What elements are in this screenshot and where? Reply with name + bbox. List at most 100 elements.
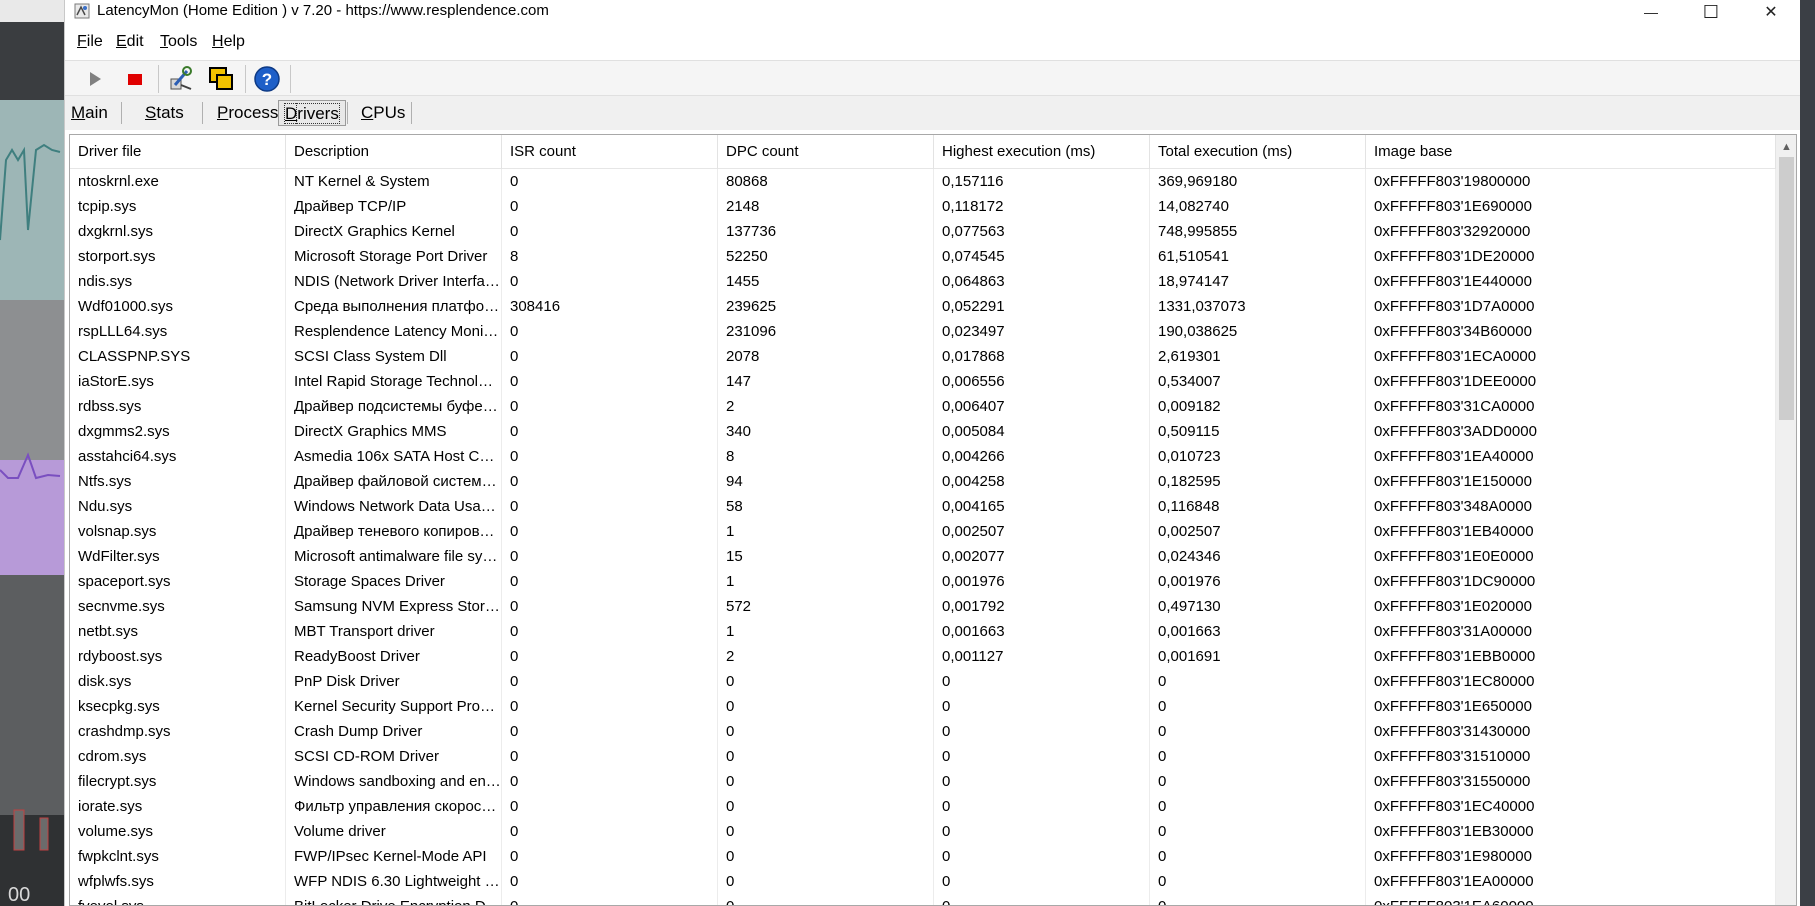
column-header-description[interactable]: Description	[286, 135, 502, 169]
table-row[interactable]: dxgkrnl.sys DirectX Graphics Kernel 0 13773…	[70, 219, 1776, 244]
table-row[interactable]: rdyboost.sys ReadyBoost Driver 0 2 0,001127 0…	[70, 644, 1776, 669]
tab-cpus[interactable]: CPUs	[355, 100, 411, 126]
minimize-icon: —	[1644, 4, 1658, 20]
title-bar[interactable]: LatencyMon (Home Edition ) v 7.20 - http…	[65, 0, 1801, 24]
table-row[interactable]: storport.sys Microsoft Storage Port Drive…	[70, 244, 1776, 269]
table-row[interactable]: Ndu.sys Windows Network Data Usag… 0 58 0,00…	[70, 494, 1776, 519]
cell-total-execution: 14,082740	[1150, 194, 1366, 219]
column-header-dpc-count[interactable]: DPC count	[718, 135, 934, 169]
cell-description: BitLocker Drive Encryption Dri…	[286, 894, 502, 905]
cell-highest-execution: 0	[934, 769, 1150, 794]
menu-bar: File Edit Tools Help	[65, 30, 1801, 56]
tab-separator	[202, 102, 203, 124]
cell-description: SCSI Class System Dll	[286, 344, 502, 369]
menu-edit[interactable]: Edit	[116, 33, 144, 51]
cell-highest-execution: 0,002507	[934, 519, 1150, 544]
menu-tools[interactable]: Tools	[160, 33, 197, 51]
table-row[interactable]: Ntfs.sys Драйвер файловой системы … 0 94 0,0…	[70, 469, 1776, 494]
menu-file[interactable]: File	[77, 33, 103, 51]
cell-highest-execution: 0,004165	[934, 494, 1150, 519]
vertical-scrollbar[interactable]: ▲	[1776, 135, 1796, 905]
column-header-image-base[interactable]: Image base	[1366, 135, 1776, 169]
table-row[interactable]: fwpkclnt.sys FWP/IPsec Kernel-Mode API 0 0 0…	[70, 844, 1776, 869]
table-row[interactable]: Wdf01000.sys Среда выполнения платфор… 308…	[70, 294, 1776, 319]
table-row[interactable]: fvevol.sysBitLocker Drive Encryption Dri…	[70, 894, 1776, 905]
menu-help[interactable]: Help	[212, 33, 245, 51]
cell-image-base: 0xFFFFF803'1EA00000	[1366, 869, 1776, 894]
cell-driver-file: fwpkclnt.sys	[70, 844, 286, 869]
table-row[interactable]: crashdmp.sys Crash Dump Driver 0 0 0 0 0xFFFFF…	[70, 719, 1776, 744]
windows-icon	[209, 67, 233, 90]
table-row[interactable]: asstahci64.sys Asmedia 106x SATA Host Co……	[70, 444, 1776, 469]
table-row[interactable]: iorate.sys Фильтр управления скорость… 0 0 0…	[70, 794, 1776, 819]
column-header-highest-execution[interactable]: Highest execution (ms)	[934, 135, 1150, 169]
latencymon-app-icon	[74, 3, 90, 19]
cell-description: Windows sandboxing and enc…	[286, 769, 502, 794]
table-row[interactable]: secnvme.sys Samsung NVM Express Stor… 0 572…	[70, 594, 1776, 619]
cell-image-base: 0xFFFFF803'1E980000	[1366, 844, 1776, 869]
table-row[interactable]: dxgmms2.sys DirectX Graphics MMS 0 340 0,005…	[70, 419, 1776, 444]
cell-image-base: 0xFFFFF803'1E650000	[1366, 694, 1776, 719]
table-row[interactable]: tcpip.sys Драйвер TCP/IP 0 2148 0,118172 14,0…	[70, 194, 1776, 219]
start-button[interactable]	[79, 63, 111, 95]
cell-highest-execution: 0,052291	[934, 294, 1150, 319]
table-row[interactable]: rspLLL64.sys Resplendence Latency Monit… 0…	[70, 319, 1776, 344]
windows-button[interactable]	[205, 63, 237, 95]
table-row[interactable]: WdFilter.sys Microsoft antimalware file s…	[70, 544, 1776, 569]
cell-dpc-count: 2148	[718, 194, 934, 219]
table-row[interactable]: spaceport.sys Storage Spaces Driver 0 1 0,00…	[70, 569, 1776, 594]
cell-isr-count: 0	[502, 744, 718, 769]
table-row[interactable]: ntoskrnl.exe NT Kernel & System 0 80868 0,15…	[70, 169, 1776, 194]
tab-main[interactable]: Main	[65, 100, 114, 126]
drivers-table: Driver file Description ISR count DPC co…	[69, 134, 1797, 906]
cell-dpc-count: 2	[718, 394, 934, 419]
tab-stats[interactable]: Stats	[139, 100, 190, 126]
cell-total-execution: 0,182595	[1150, 469, 1366, 494]
cell-highest-execution: 0	[934, 744, 1150, 769]
table-row[interactable]: filecrypt.sys Windows sandboxing and enc……	[70, 769, 1776, 794]
cell-total-execution: 0	[1150, 894, 1366, 905]
cell-total-execution: 0,534007	[1150, 369, 1366, 394]
table-row[interactable]: volume.sys Volume driver 0 0 0 0 0xFFFFF803'1E…	[70, 819, 1776, 844]
help-button[interactable]: ?	[251, 63, 283, 95]
menu-file-label: ile	[86, 33, 103, 50]
table-row[interactable]: iaStorE.sys Intel Rapid Storage Technolog…	[70, 369, 1776, 394]
cell-description: Kernel Security Support Provi…	[286, 694, 502, 719]
cell-highest-execution: 0,001792	[934, 594, 1150, 619]
options-button[interactable]	[165, 63, 197, 95]
scroll-up-arrow-icon[interactable]: ▲	[1781, 141, 1792, 153]
cell-description: Среда выполнения платфор…	[286, 294, 502, 319]
cell-driver-file: Wdf01000.sys	[70, 294, 286, 319]
cell-description: Windows Network Data Usag…	[286, 494, 502, 519]
cell-description: WFP NDIS 6.30 Lightweight F…	[286, 869, 502, 894]
maximize-button[interactable]: ☐	[1681, 0, 1741, 24]
cell-driver-file: disk.sys	[70, 669, 286, 694]
table-row[interactable]: wfplwfs.sys WFP NDIS 6.30 Lightweight F… 0…	[70, 869, 1776, 894]
tab-bar: Main Stats Processes Drivers CPUs	[65, 96, 1801, 130]
cell-isr-count: 0	[502, 644, 718, 669]
table-row[interactable]: netbt.sys MBT Transport driver 0 1 0,001663 0…	[70, 619, 1776, 644]
cell-dpc-count: 8	[718, 444, 934, 469]
table-row[interactable]: CLASSPNP.SYS SCSI Class System Dll 0 2078 0,…	[70, 344, 1776, 369]
cell-isr-count: 0	[502, 519, 718, 544]
minimize-button[interactable]: —	[1621, 0, 1681, 24]
stop-button[interactable]	[119, 63, 151, 95]
cell-driver-file: asstahci64.sys	[70, 444, 286, 469]
tab-drivers[interactable]: Drivers	[278, 100, 346, 126]
table-row[interactable]: cdrom.sys SCSI CD-ROM Driver 0 0 0 0 0xFFFFF80…	[70, 744, 1776, 769]
column-header-total-execution[interactable]: Total execution (ms)	[1150, 135, 1366, 169]
table-row[interactable]: ndis.sys NDIS (Network Driver Interface… 0…	[70, 269, 1776, 294]
column-header-isr-count[interactable]: ISR count	[502, 135, 718, 169]
cell-isr-count: 0	[502, 469, 718, 494]
table-row[interactable]: ksecpkg.sys Kernel Security Support Provi…	[70, 694, 1776, 719]
cell-image-base: 0xFFFFF803'31A00000	[1366, 619, 1776, 644]
stop-icon	[128, 74, 142, 85]
table-row[interactable]: disk.sys PnP Disk Driver 0 0 0 0 0xFFFFF803'1E…	[70, 669, 1776, 694]
close-button[interactable]: ✕	[1741, 0, 1801, 24]
scrollbar-thumb[interactable]	[1779, 157, 1794, 420]
table-row[interactable]: rdbss.sys Драйвер подсистемы буфер… 0 2 0,00…	[70, 394, 1776, 419]
column-header-driver-file[interactable]: Driver file	[70, 135, 286, 169]
toolbar-separator	[245, 65, 246, 93]
table-row[interactable]: volsnap.sys Драйвер теневого копирован… 0 1…	[70, 519, 1776, 544]
cell-driver-file: storport.sys	[70, 244, 286, 269]
